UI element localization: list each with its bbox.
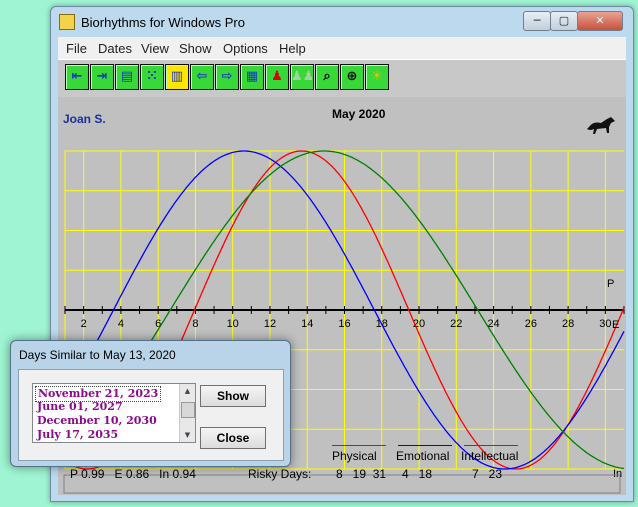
legend-line-intellectual xyxy=(464,445,518,446)
end-label-physical: P xyxy=(607,278,614,290)
risky-days-label: Risky Days: xyxy=(248,467,312,481)
x-tick-label: 8 xyxy=(192,318,198,330)
list-item[interactable]: December 10, 2030 xyxy=(37,414,157,428)
x-tick-label: 12 xyxy=(264,318,276,330)
zoom-icon[interactable]: ⌕ xyxy=(315,64,339,90)
x-tick-label: 10 xyxy=(227,318,239,330)
minimize-button[interactable]: ─ xyxy=(523,11,551,31)
menu-show[interactable]: Show xyxy=(179,41,212,56)
x-tick-label: 26 xyxy=(525,318,537,330)
similar-days-dialog: Days Similar to May 13, 2020 November 21… xyxy=(10,340,291,467)
title-bar[interactable]: Biorhythms for Windows Pro ─ ▢ ✕ xyxy=(51,7,633,37)
app-icon xyxy=(59,14,75,30)
x-tick-label: 4 xyxy=(118,318,124,330)
menu-dates[interactable]: Dates xyxy=(98,41,132,56)
scroll-up-icon[interactable]: ▲ xyxy=(180,384,195,398)
menu-options[interactable]: Options xyxy=(223,41,268,56)
legend-intellectual: Intellectual xyxy=(461,449,519,463)
dice-icon[interactable]: ⁙ xyxy=(140,64,164,90)
enter-icon[interactable]: ⇥ xyxy=(90,64,114,90)
list-item[interactable]: July 17, 2035 xyxy=(37,428,118,442)
risky-days-intellectual: 7 23 xyxy=(472,467,503,481)
arrow-right-icon[interactable]: ⇨ xyxy=(215,64,239,90)
x-tick-label: 30 xyxy=(599,318,611,330)
biorhythm-values: P 0.99 E 0.86 In 0.94 xyxy=(70,467,196,481)
arrow-left-icon[interactable]: ⇦ xyxy=(190,64,214,90)
x-tick-label: 6 xyxy=(155,318,161,330)
menu-view[interactable]: View xyxy=(141,41,169,56)
end-label-emotional: E xyxy=(612,319,619,331)
show-button[interactable]: Show xyxy=(200,385,266,407)
x-tick-label: 22 xyxy=(450,318,462,330)
target-icon[interactable]: ⊕ xyxy=(340,64,364,90)
scroll-thumb[interactable] xyxy=(181,402,195,418)
dialog-client: November 21, 2023 June 01, 2027 December… xyxy=(18,369,284,461)
close-button[interactable]: ✕ xyxy=(577,11,623,31)
legend-emotional: Emotional xyxy=(396,449,450,463)
risky-days-emotional: 4 18 xyxy=(402,467,433,481)
legend-line-emotional xyxy=(398,445,452,446)
list-item[interactable]: June 01, 2027 xyxy=(37,400,123,414)
list-scrollbar[interactable]: ▲ ▼ xyxy=(179,384,195,442)
legend-line-physical xyxy=(332,445,386,446)
risky-days-physical: 8 19 31 xyxy=(336,467,387,481)
similar-dates-listbox[interactable]: November 21, 2023 June 01, 2027 December… xyxy=(32,383,196,443)
x-tick-label: 28 xyxy=(562,318,574,330)
window-title: Biorhythms for Windows Pro xyxy=(81,15,245,30)
lightbulb-icon[interactable]: ☀ xyxy=(365,64,389,90)
maximize-button[interactable]: ▢ xyxy=(550,11,578,31)
x-tick-label: 14 xyxy=(301,318,313,330)
toolbar: ⇤ ⇥ ▤ ⁙ ▥ ⇦ ⇨ ▦ ♟ ♟♟ ⌕ ⊕ ☀ xyxy=(58,59,626,98)
x-tick-label: 16 xyxy=(338,318,350,330)
exit-icon[interactable]: ⇤ xyxy=(65,64,89,90)
x-tick-label: 2 xyxy=(81,318,87,330)
legend-physical: Physical xyxy=(332,449,377,463)
menu-bar: File Dates View Show Options Help xyxy=(58,37,626,59)
menu-file[interactable]: File xyxy=(66,41,87,56)
scroll-down-icon[interactable]: ▼ xyxy=(180,428,195,442)
menu-help[interactable]: Help xyxy=(279,41,306,56)
printer-icon[interactable]: ▤ xyxy=(115,64,139,90)
person-icon[interactable]: ♟ xyxy=(265,64,289,90)
close-dialog-button[interactable]: Close xyxy=(200,427,266,449)
couple-icon[interactable]: ♟♟ xyxy=(290,64,314,90)
calendar-icon[interactable]: ▦ xyxy=(240,64,264,90)
dialog-title: Days Similar to May 13, 2020 xyxy=(19,348,176,362)
notes-icon[interactable]: ▥ xyxy=(165,64,189,90)
